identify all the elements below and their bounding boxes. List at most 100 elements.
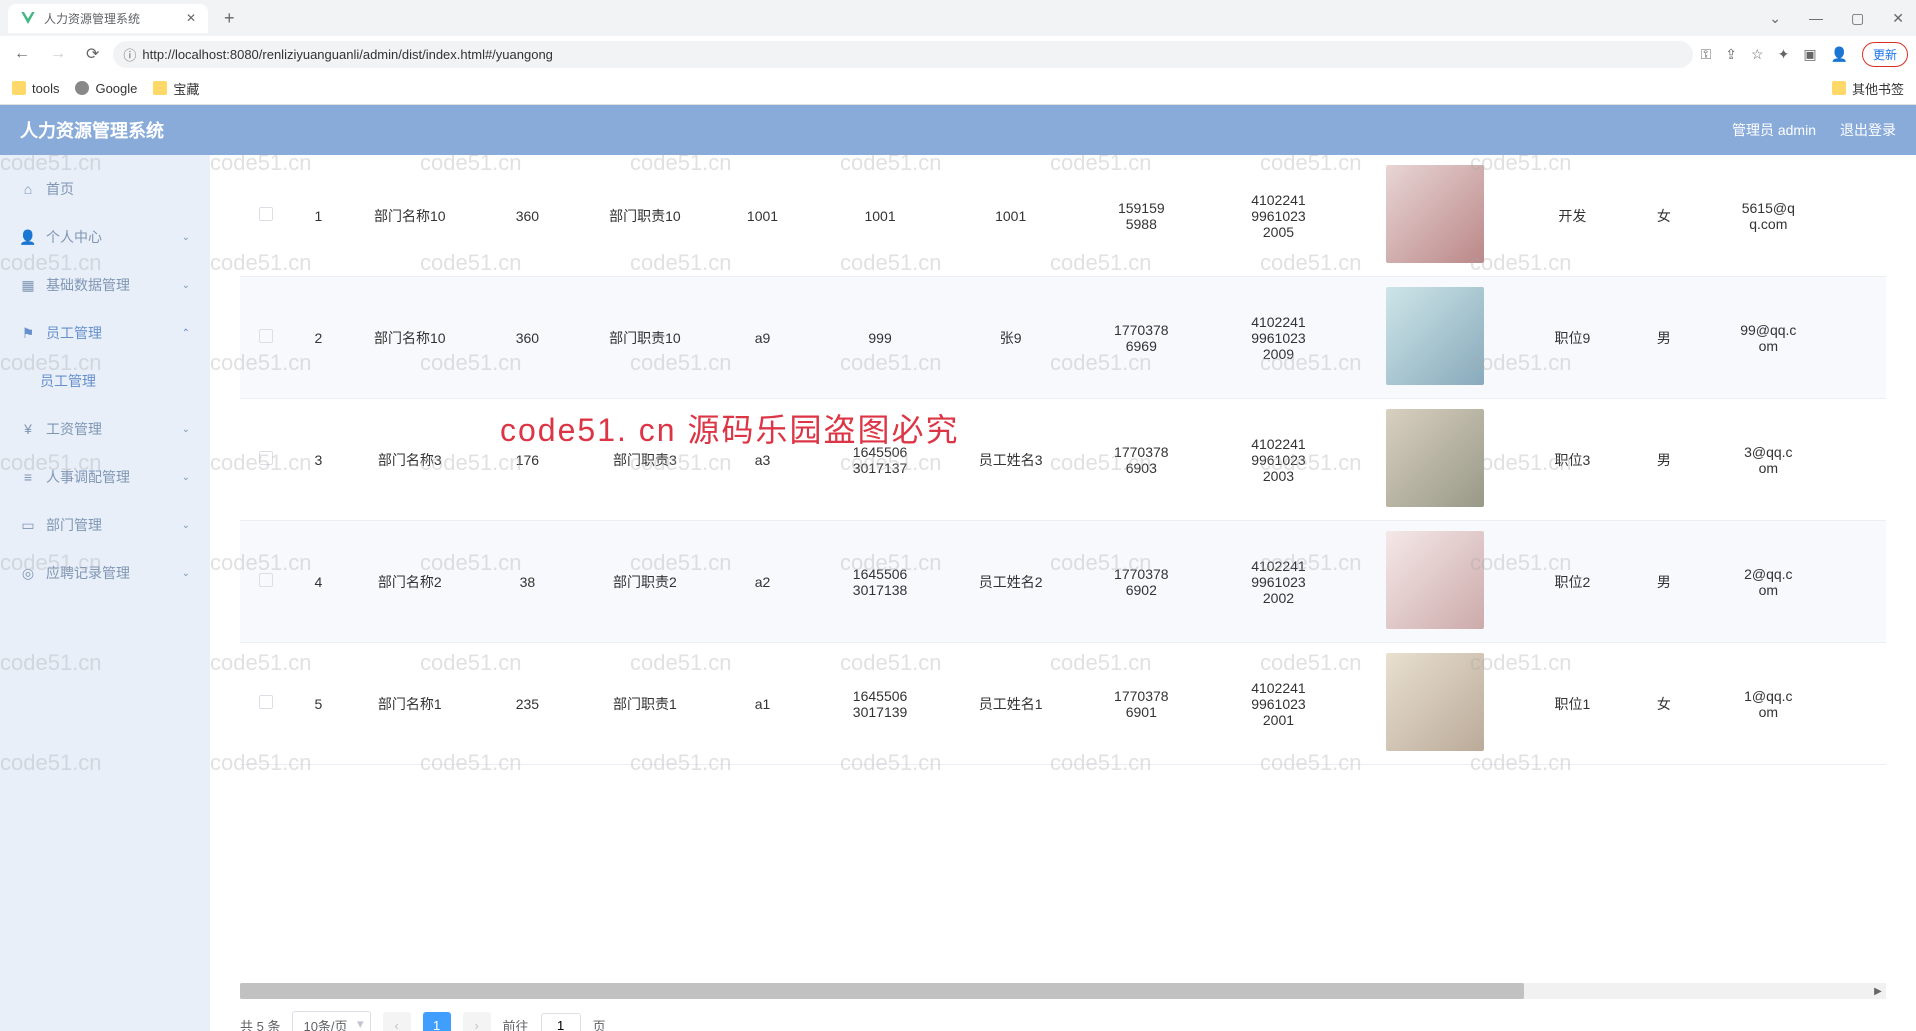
minimize-icon[interactable]: — (1805, 6, 1827, 31)
cell-position: 职位3 (1520, 399, 1625, 521)
update-button[interactable]: 更新 (1862, 42, 1908, 67)
next-page-button[interactable]: › (463, 1012, 491, 1031)
sidebar-item-hr[interactable]: ≡人事调配管理⌄ (0, 453, 210, 501)
cell-dept: 部门名称10 (345, 277, 476, 399)
cell-email: 2@qq.c om (1703, 521, 1834, 643)
chevron-down-icon: ⌄ (182, 520, 190, 531)
sidebar-item-profile[interactable]: 👤个人中心⌄ (0, 213, 210, 261)
close-window-icon[interactable]: ✕ (1888, 6, 1908, 31)
window-controls: ⌄ — ▢ ✕ (1765, 6, 1908, 31)
address-bar: ← → ⟳ ⓘ http://localhost:8080/renliziyua… (0, 36, 1916, 72)
cell-duty: 部门职责1 (580, 643, 711, 765)
bookmark-bar: tools Google 宝藏 其他书签 (0, 72, 1916, 104)
sidebar-item-home[interactable]: ⌂首页 (0, 165, 210, 213)
cell-gender: 女 (1625, 643, 1703, 765)
chevron-down-icon: ⌄ (182, 232, 190, 243)
sidebar-item-employee[interactable]: ⚑员工管理⌃ (0, 309, 210, 357)
extension-icon[interactable]: ✦ (1778, 46, 1790, 63)
folder-icon (1832, 81, 1846, 95)
sidebar-item-dept[interactable]: ▭部门管理⌄ (0, 501, 210, 549)
cell-dept: 部门名称1 (345, 643, 476, 765)
list-icon: ≡ (20, 469, 36, 485)
star-icon[interactable]: ☆ (1751, 46, 1764, 63)
submenu-employee[interactable]: 员工管理 (0, 357, 210, 405)
row-checkbox[interactable] (259, 329, 273, 343)
pagination: 共 5 条 10条/页 ‹ 1 › 前往 页 (240, 999, 1886, 1031)
row-checkbox[interactable] (259, 695, 273, 709)
avatar-image (1386, 531, 1484, 629)
flag-icon: ⚑ (20, 325, 36, 341)
scroll-thumb[interactable] (240, 983, 1524, 999)
cell-index: 2 (292, 277, 344, 399)
table-wrapper[interactable]: 1 部门名称10 360 部门职责10 1001 1001 1001 15915… (240, 155, 1886, 981)
cell-num1: 176 (475, 399, 580, 521)
scroll-right-icon[interactable]: ▶ (1870, 983, 1886, 999)
cell-duty: 部门职责2 (580, 521, 711, 643)
key-icon[interactable]: ⚿ (1701, 46, 1712, 63)
cell-code2: 1645506 3017139 (815, 643, 946, 765)
sidebar-item-basedata[interactable]: ▦基础数据管理⌄ (0, 261, 210, 309)
row-checkbox[interactable] (259, 451, 273, 465)
globe-icon (75, 81, 89, 95)
goto-input[interactable] (541, 1013, 581, 1031)
cell-code3: 1001 (945, 155, 1076, 277)
cell-email: 5615@q q.com (1703, 155, 1834, 277)
content-area: 1 部门名称10 360 部门职责10 1001 1001 1001 15915… (210, 155, 1916, 1031)
money-icon: ¥ (20, 421, 36, 437)
url-input[interactable]: ⓘ http://localhost:8080/renliziyuanguanl… (113, 41, 1692, 68)
cell-phone: 1770378 6969 (1076, 277, 1207, 399)
close-icon[interactable]: ✕ (186, 11, 196, 25)
cell-code3: 员工姓名2 (945, 521, 1076, 643)
chevron-down-icon[interactable]: ⌄ (1765, 6, 1785, 31)
share-icon[interactable]: ⇪ (1725, 46, 1737, 63)
maximize-icon[interactable]: ▢ (1847, 6, 1868, 31)
page-size-select[interactable]: 10条/页 (292, 1011, 370, 1031)
cell-email: 99@qq.c om (1703, 277, 1834, 399)
table-row: 5 部门名称1 235 部门职责1 a1 1645506 3017139 员工姓… (240, 643, 1886, 765)
back-button[interactable]: ← (8, 41, 36, 67)
avatar-image (1386, 409, 1484, 507)
cell-index: 5 (292, 643, 344, 765)
horizontal-scrollbar[interactable]: ◀ ▶ (240, 983, 1886, 999)
user-icon: 👤 (20, 229, 36, 245)
cell-gender: 男 (1625, 399, 1703, 521)
sidebar-item-salary[interactable]: ¥工资管理⌄ (0, 405, 210, 453)
bookmark-other[interactable]: 其他书签 (1832, 79, 1904, 98)
new-tab-button[interactable]: + (216, 8, 243, 29)
cell-num1: 38 (475, 521, 580, 643)
reload-button[interactable]: ⟳ (80, 40, 105, 68)
app-title: 人力资源管理系统 (20, 117, 164, 143)
browser-tab[interactable]: 人力资源管理系统 ✕ (8, 4, 208, 33)
cell-dept: 部门名称3 (345, 399, 476, 521)
cell-avatar (1350, 155, 1520, 277)
admin-label[interactable]: 管理员 admin (1732, 120, 1816, 140)
bookmark-treasure[interactable]: 宝藏 (153, 79, 199, 98)
bookmark-tools[interactable]: tools (12, 81, 59, 96)
row-checkbox[interactable] (259, 207, 273, 221)
cell-gender: 男 (1625, 521, 1703, 643)
table-row: 1 部门名称10 360 部门职责10 1001 1001 1001 15915… (240, 155, 1886, 277)
profile-icon[interactable]: 👤 (1831, 46, 1848, 63)
sidebar-item-recruit[interactable]: ◎应聘记录管理⌄ (0, 549, 210, 597)
goto-suffix: 页 (593, 1016, 606, 1031)
cell-gender: 女 (1625, 155, 1703, 277)
cell-phone: 1770378 6902 (1076, 521, 1207, 643)
cell-code1: 1001 (710, 155, 815, 277)
prev-page-button[interactable]: ‹ (383, 1012, 411, 1031)
panel-icon[interactable]: ▣ (1803, 46, 1816, 63)
cell-position: 职位1 (1520, 643, 1625, 765)
cell-duty: 部门职责10 (580, 155, 711, 277)
cell-code2: 1001 (815, 155, 946, 277)
goto-prefix: 前往 (503, 1016, 529, 1031)
cell-idcard: 4102241 9961023 2003 (1207, 399, 1351, 521)
forward-button[interactable]: → (44, 41, 72, 67)
bookmark-google[interactable]: Google (75, 81, 137, 96)
cell-avatar (1350, 277, 1520, 399)
cell-num1: 235 (475, 643, 580, 765)
page-1-button[interactable]: 1 (423, 1012, 451, 1031)
cell-code1: a9 (710, 277, 815, 399)
row-checkbox[interactable] (259, 573, 273, 587)
chevron-down-icon: ⌄ (182, 472, 190, 483)
grid-icon: ▦ (20, 277, 36, 293)
logout-button[interactable]: 退出登录 (1840, 120, 1896, 140)
